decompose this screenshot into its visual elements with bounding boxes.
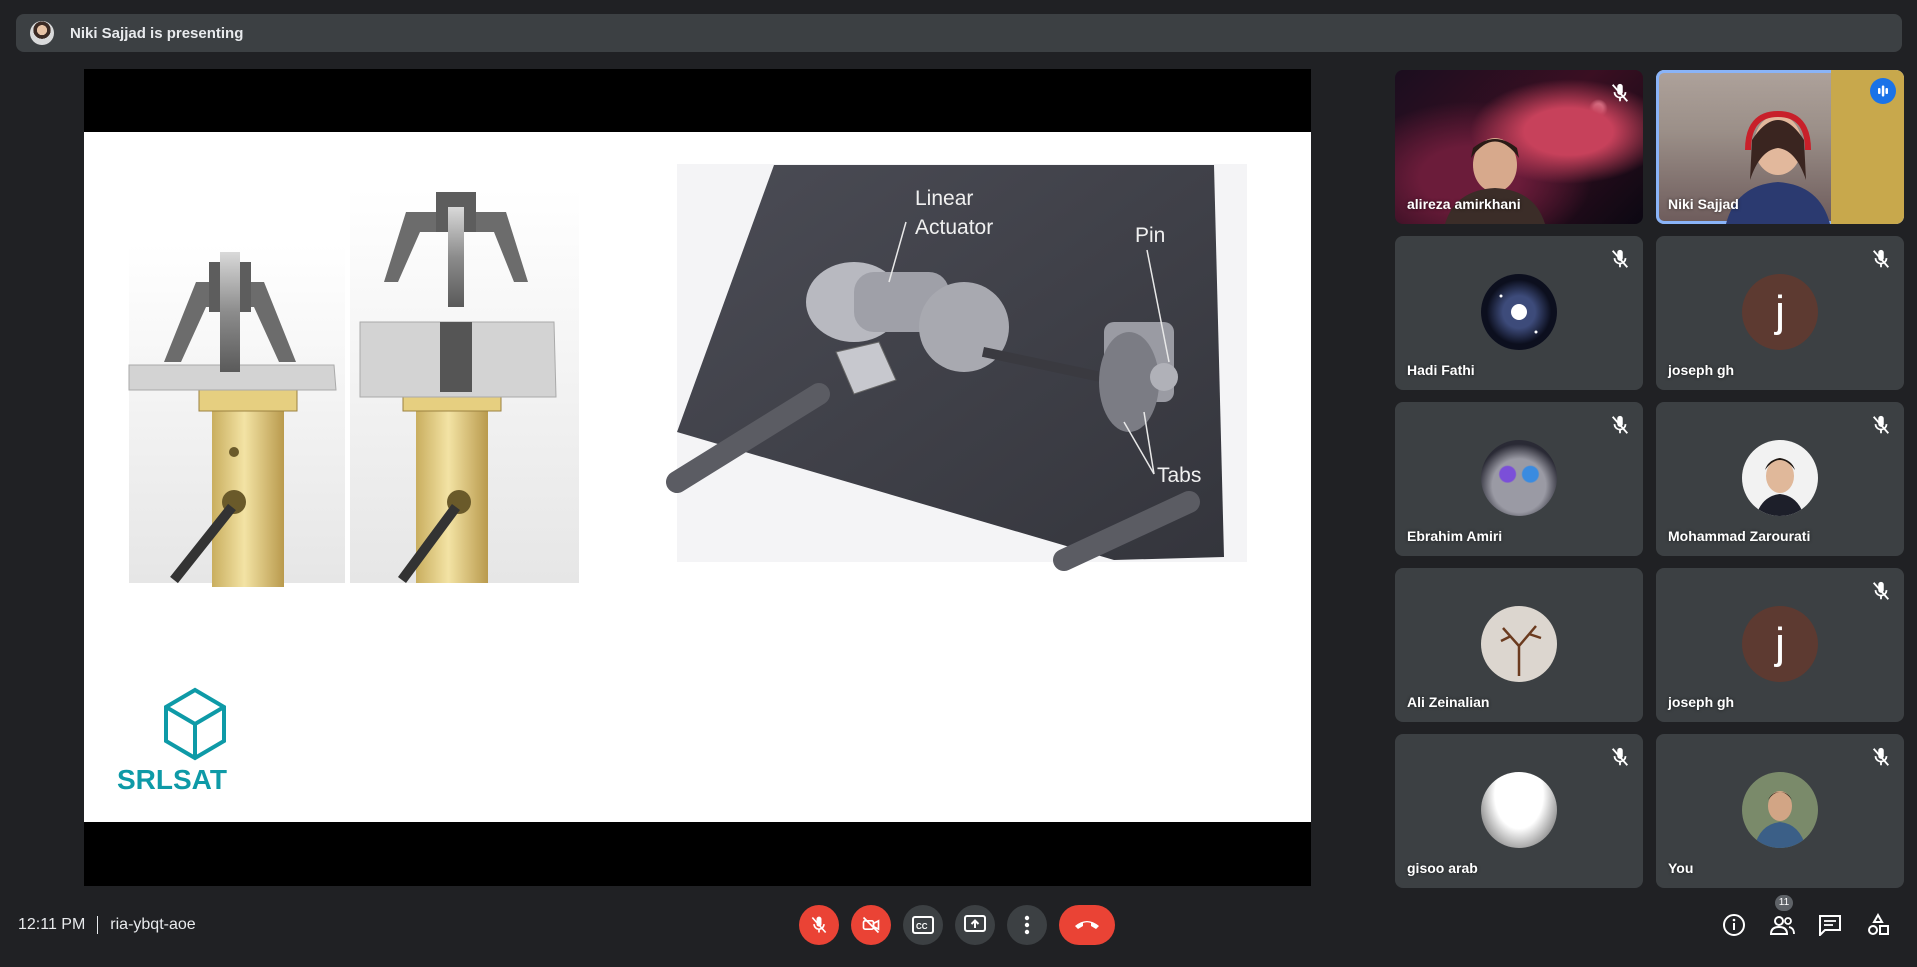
participant-name: Ali Zeinalian: [1407, 694, 1490, 710]
mic-off-icon: [1872, 747, 1890, 766]
participant-avatar: [1481, 274, 1557, 350]
participant-tile[interactable]: Ali Zeinalian: [1395, 568, 1643, 722]
clock-time: 12:11 PM: [18, 916, 86, 934]
actuator-illustration: Linear Actuator Pin Tabs: [666, 164, 1247, 571]
more-options-button[interactable]: [1007, 905, 1047, 945]
participant-avatar: j: [1742, 606, 1818, 682]
activities-icon: [1868, 913, 1889, 935]
presenting-banner: Niki Sajjad is presenting: [16, 14, 1902, 52]
participant-name: You: [1668, 860, 1694, 876]
participant-tile[interactable]: Mohammad Zarourati: [1656, 402, 1904, 556]
presentation-slide: Linear Actuator Pin Tabs SRLSAT: [84, 132, 1311, 822]
people-icon: [1769, 916, 1795, 935]
microphone-toggle-button[interactable]: [799, 905, 839, 945]
chat-icon: [1819, 915, 1841, 936]
mic-off-icon: [1611, 747, 1629, 766]
mic-off-icon: [811, 916, 827, 934]
mic-off-icon: [1611, 249, 1629, 268]
label-tabs: Tabs: [1157, 464, 1201, 487]
slide-illustration: Linear Actuator Pin Tabs SRLSAT: [117, 164, 1247, 795]
present-now-button[interactable]: [955, 905, 995, 945]
camera-toggle-button[interactable]: [851, 905, 891, 945]
participant-avatar: [1742, 772, 1818, 848]
participant-name: alireza amirkhani: [1407, 196, 1521, 212]
camera-off-icon: [862, 916, 880, 934]
participant-name: Niki Sajjad: [1668, 196, 1739, 212]
divider: [97, 916, 99, 934]
meeting-code: ria-ybqt-aoe: [110, 916, 196, 934]
participant-avatar: [1481, 772, 1557, 848]
meeting-toolbar: 12:11 PM ria-ybqt-aoe CC 11: [0, 895, 1917, 955]
shared-screen[interactable]: Linear Actuator Pin Tabs SRLSAT: [84, 69, 1311, 886]
mic-off-icon: [1872, 581, 1890, 600]
info-icon: [1723, 914, 1745, 936]
present-screen-icon: [964, 915, 986, 932]
participant-name: gisoo arab: [1407, 860, 1478, 876]
participant-avatar: [1481, 606, 1557, 682]
label-pin: Pin: [1135, 224, 1165, 247]
participant-tile[interactable]: gisoo arab: [1395, 734, 1643, 888]
participant-avatar: [1742, 440, 1818, 516]
logo-text: SRLSAT: [117, 764, 227, 795]
meeting-details-button[interactable]: [1718, 909, 1750, 941]
participant-name: joseph gh: [1668, 694, 1735, 710]
participant-count-badge: 11: [1775, 895, 1793, 911]
participant-avatar: [1481, 440, 1557, 516]
presenter-avatar: [30, 21, 54, 45]
people-button[interactable]: [1766, 909, 1798, 941]
mechanism-drawing-2: [350, 189, 579, 583]
participant-tile[interactable]: Ebrahim Amiri: [1395, 402, 1643, 556]
speaking-indicator-icon: [1870, 78, 1896, 104]
participant-tile-active[interactable]: Niki Sajjad: [1656, 70, 1904, 224]
participant-name: joseph gh: [1668, 362, 1735, 378]
more-vert-icon: [1024, 915, 1030, 935]
mic-off-icon: [1611, 83, 1629, 102]
leave-call-button[interactable]: [1059, 905, 1115, 945]
label-linear: Linear: [915, 187, 973, 210]
meeting-info: 12:11 PM ria-ybqt-aoe: [18, 916, 196, 934]
captions-button[interactable]: CC: [903, 905, 943, 945]
participant-name: Ebrahim Amiri: [1407, 528, 1503, 544]
participant-tile-self[interactable]: You: [1656, 734, 1904, 888]
participant-tile[interactable]: j joseph gh: [1656, 568, 1904, 722]
participant-tile[interactable]: Hadi Fathi: [1395, 236, 1643, 390]
closed-captions-icon: CC: [912, 916, 934, 934]
mic-off-icon: [1872, 249, 1890, 268]
mic-off-icon: [1872, 415, 1890, 434]
participant-tile[interactable]: j joseph gh: [1656, 236, 1904, 390]
mic-off-icon: [1611, 415, 1629, 434]
svg-text:CC: CC: [916, 922, 928, 931]
mechanism-drawing-1: [128, 244, 345, 587]
participant-name: Hadi Fathi: [1407, 362, 1475, 378]
participant-avatar: j: [1742, 274, 1818, 350]
activities-button[interactable]: [1862, 909, 1894, 941]
hang-up-icon: [1075, 921, 1099, 929]
chat-button[interactable]: [1814, 909, 1846, 941]
participant-tile[interactable]: alireza amirkhani: [1395, 70, 1643, 224]
participant-name: Mohammad Zarourati: [1668, 528, 1811, 544]
presenting-banner-text: Niki Sajjad is presenting: [70, 24, 244, 42]
label-actuator: Actuator: [915, 216, 993, 239]
srlsat-logo: SRLSAT: [117, 687, 227, 795]
